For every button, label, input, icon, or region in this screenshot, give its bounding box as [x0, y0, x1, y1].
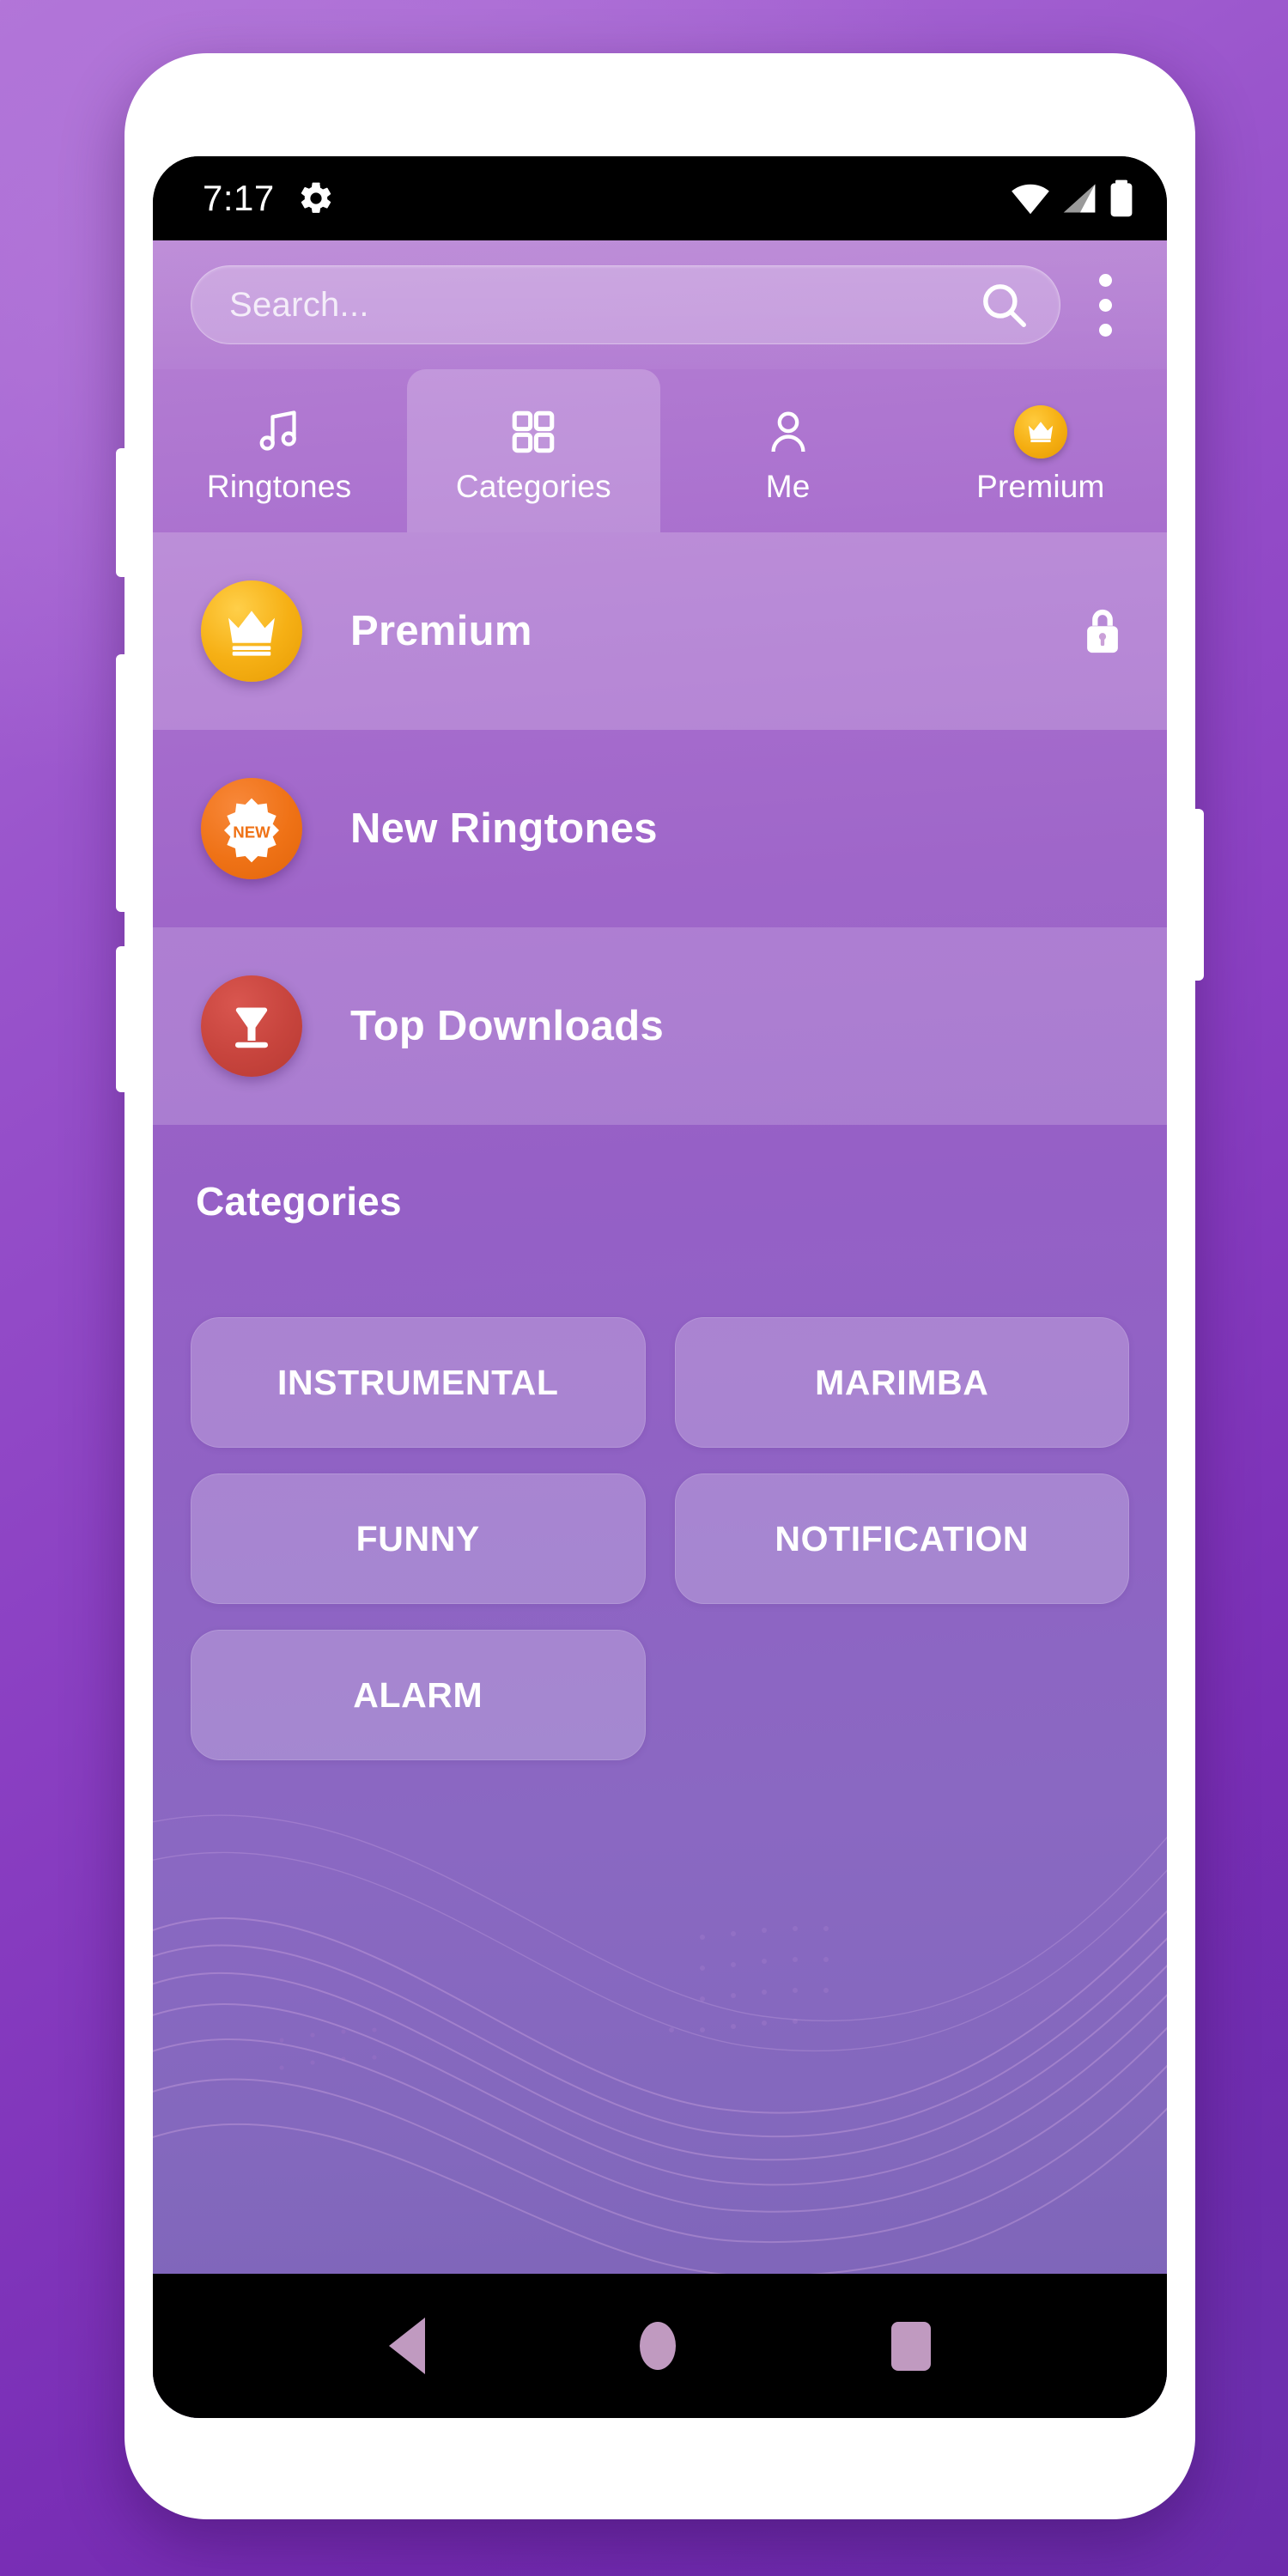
phone-side-button-bottom[interactable] [116, 946, 128, 1092]
category-chip-funny[interactable]: FUNNY [191, 1473, 646, 1604]
category-chip-alarm[interactable]: ALARM [191, 1630, 646, 1760]
feature-row-label: New Ringtones [350, 805, 658, 852]
wifi-icon [1011, 181, 1050, 216]
status-clock: 7:17 [203, 178, 275, 218]
feature-row-top-downloads[interactable]: Top Downloads [153, 927, 1167, 1125]
person-icon [763, 405, 813, 459]
feature-row-label: Premium [350, 608, 532, 654]
phone-side-button-top[interactable] [116, 448, 128, 577]
three-dot-vertical-icon [1098, 323, 1112, 337]
lock-icon [1078, 606, 1127, 656]
new-badge-icon: NEW [201, 778, 302, 879]
phone-power-button[interactable] [1192, 809, 1204, 981]
home-icon[interactable] [640, 2322, 677, 2370]
app-content: Search... Ringtones Categories Me Premiu… [153, 240, 1167, 2418]
download-icon [201, 975, 302, 1077]
category-chip-notification[interactable]: NOTIFICATION [674, 1473, 1129, 1604]
crown-badge-icon [1013, 404, 1067, 459]
gear-icon [297, 179, 335, 217]
category-chips-grid: INSTRUMENTAL MARIMBA FUNNY NOTIFICATION … [191, 1317, 1129, 1760]
categories-heading: Categories [196, 1179, 402, 1224]
feature-row-premium[interactable]: Premium [153, 532, 1167, 730]
tab-bar: Ringtones Categories Me Premium [153, 369, 1167, 532]
status-bar-right [1011, 179, 1134, 217]
status-bar-left: 7:17 [203, 179, 335, 217]
back-icon[interactable] [389, 2318, 426, 2374]
phone-frame: 7:17 Search... Ringtones Categories Me P… [116, 53, 1204, 2519]
android-navigation-bar [153, 2274, 1167, 2418]
overflow-menu-button[interactable] [1066, 258, 1145, 352]
categories-section: Categories INSTRUMENTAL MARIMBA FUNNY NO… [153, 1125, 1167, 1760]
phone-screen: 7:17 Search... Ringtones Categories Me P… [153, 156, 1167, 2418]
search-placeholder: Search... [229, 285, 369, 324]
tab-me[interactable]: Me [662, 369, 914, 532]
tab-label: Me [765, 468, 811, 504]
feature-row-new-ringtones[interactable]: NEW New Ringtones [153, 730, 1167, 927]
feature-row-label: Top Downloads [350, 1003, 665, 1049]
category-chip-marimba[interactable]: MARIMBA [674, 1317, 1129, 1448]
grid-icon [508, 405, 558, 459]
tab-label: Ringtones [206, 468, 352, 504]
category-chip-instrumental[interactable]: INSTRUMENTAL [191, 1317, 646, 1448]
phone-volume-rocker[interactable] [116, 654, 128, 912]
search-input[interactable]: Search... [191, 265, 1060, 344]
tab-label: Premium [976, 468, 1105, 504]
tab-ringtones[interactable]: Ringtones [153, 369, 405, 532]
three-dot-vertical-icon [1098, 273, 1112, 287]
tab-premium[interactable]: Premium [914, 369, 1167, 532]
crown-icon [201, 580, 302, 682]
search-icon[interactable] [977, 278, 1030, 331]
status-bar: 7:17 [153, 156, 1167, 240]
app-header: Search... [153, 240, 1167, 369]
music-note-icon [253, 405, 305, 459]
battery-icon [1109, 179, 1134, 217]
three-dot-vertical-icon [1098, 298, 1112, 312]
recents-icon[interactable] [890, 2321, 931, 2371]
svg-text:NEW: NEW [233, 823, 270, 841]
tab-label: Categories [455, 468, 611, 504]
tab-categories[interactable]: Categories [407, 369, 660, 532]
cellular-signal-icon [1060, 181, 1098, 216]
